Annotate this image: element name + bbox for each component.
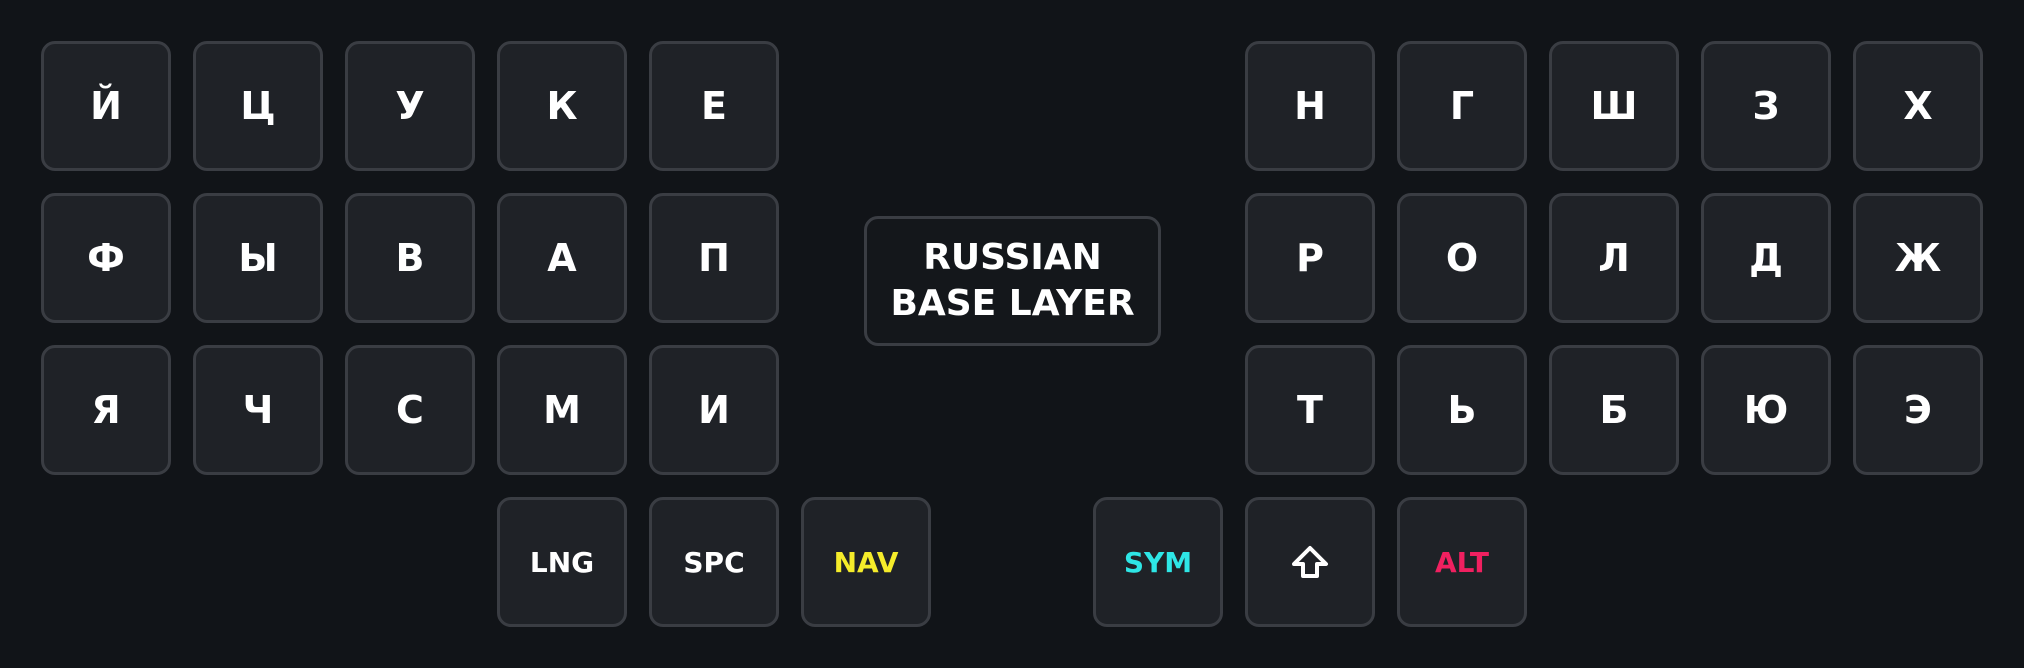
key-thumb-lng: LNG	[497, 497, 627, 627]
key-thumb-shift	[1245, 497, 1375, 627]
key-thumb-alt: ALT	[1397, 497, 1527, 627]
key-right-r1-c2: Г	[1397, 41, 1527, 171]
layer-label: RUSSIAN BASE LAYER	[864, 216, 1161, 346]
key-left-r2-c3: В	[345, 193, 475, 323]
key-right-r3-c2: Ь	[1397, 345, 1527, 475]
key-left-r2-c2: Ы	[193, 193, 323, 323]
key-left-r2-c5: П	[649, 193, 779, 323]
key-right-r3-c5: Э	[1853, 345, 1983, 475]
layer-label-line1: RUSSIAN	[923, 237, 1102, 278]
key-thumb-nav: NAV	[801, 497, 931, 627]
key-right-r3-c3: Б	[1549, 345, 1679, 475]
key-left-r1-c2: Ц	[193, 41, 323, 171]
key-left-r3-c5: И	[649, 345, 779, 475]
key-right-r2-c5: Ж	[1853, 193, 1983, 323]
key-left-r3-c4: М	[497, 345, 627, 475]
key-right-r1-c4: З	[1701, 41, 1831, 171]
key-right-r1-c5: Х	[1853, 41, 1983, 171]
key-right-r1-c1: Н	[1245, 41, 1375, 171]
key-thumb-sym: SYM	[1093, 497, 1223, 627]
key-left-r3-c3: С	[345, 345, 475, 475]
key-left-r1-c3: У	[345, 41, 475, 171]
key-left-r3-c1: Я	[41, 345, 171, 475]
key-left-r1-c1: Й	[41, 41, 171, 171]
key-right-r3-c4: Ю	[1701, 345, 1831, 475]
key-left-r3-c2: Ч	[193, 345, 323, 475]
key-left-r1-c4: К	[497, 41, 627, 171]
key-right-r3-c1: Т	[1245, 345, 1375, 475]
key-left-r2-c4: А	[497, 193, 627, 323]
key-right-r2-c1: Р	[1245, 193, 1375, 323]
key-thumb-spc: SPC	[649, 497, 779, 627]
key-right-r2-c3: Л	[1549, 193, 1679, 323]
layer-label-line2: BASE LAYER	[890, 283, 1135, 324]
key-left-r2-c1: Ф	[41, 193, 171, 323]
key-right-r2-c2: О	[1397, 193, 1527, 323]
key-right-r2-c4: Д	[1701, 193, 1831, 323]
key-right-r1-c3: Ш	[1549, 41, 1679, 171]
key-left-r1-c5: Е	[649, 41, 779, 171]
shift-arrow-icon	[1292, 546, 1328, 578]
